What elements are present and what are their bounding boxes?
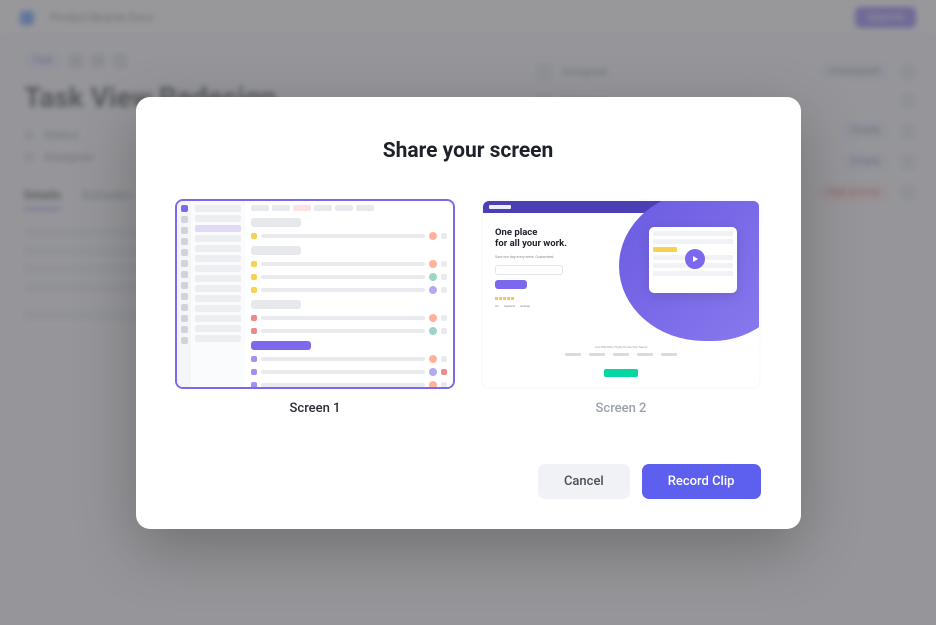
modal-title: Share your screen [176, 139, 761, 163]
modal-footer: Cancel Record Clip [176, 464, 761, 499]
modal-overlay: Share your screen [0, 0, 936, 625]
screen-options: Screen 1 [176, 199, 761, 416]
screen-2-thumbnail: One placefor all your work. Save one day… [481, 199, 761, 389]
screen-1-thumbnail [175, 199, 455, 389]
share-screen-modal: Share your screen [136, 97, 801, 529]
screen-1-label: Screen 1 [290, 401, 341, 416]
cancel-button[interactable]: Cancel [538, 464, 630, 499]
screen-2-label: Screen 2 [596, 401, 647, 416]
screen-option-1[interactable]: Screen 1 [175, 199, 455, 416]
screen-option-2[interactable]: One placefor all your work. Save one day… [481, 199, 761, 416]
record-clip-button[interactable]: Record Clip [642, 464, 761, 499]
